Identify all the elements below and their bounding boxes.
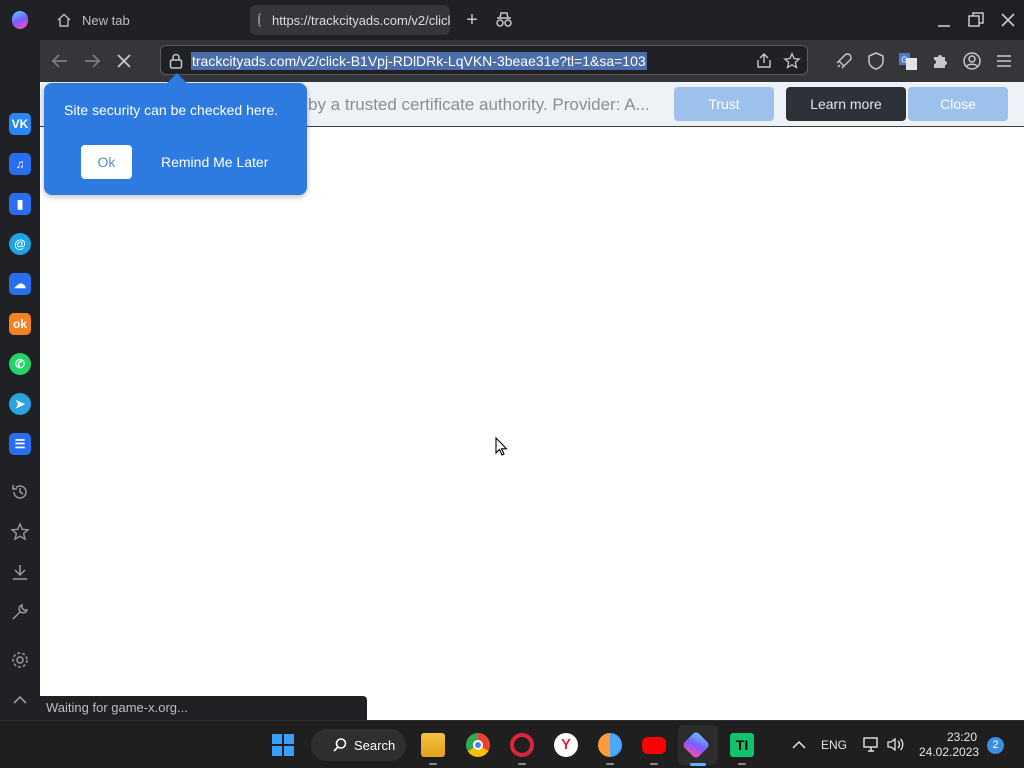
youtube-running-indicator: [650, 763, 658, 765]
clock-date[interactable]: 24.02.2023: [919, 745, 979, 759]
toolbar: trackcityads.com/v2/click-B1Vpj-RDlDRk-L…: [40, 40, 1024, 82]
music-glyph: ♫: [15, 157, 25, 171]
file-explorer-icon[interactable]: [421, 733, 445, 757]
opera-running-indicator: [518, 763, 526, 765]
browser-app-icon[interactable]: [598, 733, 622, 757]
translate-icon[interactable]: G: [898, 51, 918, 71]
menu-icon[interactable]: [994, 51, 1014, 71]
lock-icon[interactable]: [169, 53, 183, 69]
status-bubble: Waiting for game-x.org...: [40, 696, 367, 720]
share-icon[interactable]: [755, 52, 773, 70]
chevron-up-icon[interactable]: [10, 690, 30, 710]
whatsapp-glyph: ✆: [14, 357, 26, 371]
popover-ok-button[interactable]: Ok: [81, 145, 132, 179]
settings-gear-icon[interactable]: [10, 650, 30, 670]
restore-icon[interactable]: [966, 10, 986, 30]
url-text[interactable]: trackcityads.com/v2/click-B1Vpj-RDlDRk-L…: [191, 52, 647, 70]
back-icon[interactable]: [49, 50, 71, 72]
network-icon[interactable]: [862, 736, 880, 753]
sidebar-app-cloud-icon[interactable]: ☁: [9, 273, 31, 295]
learn-more-button[interactable]: Learn more: [786, 87, 906, 121]
loading-spinner-icon: [258, 13, 262, 27]
tasks-glyph: ☰: [14, 437, 26, 451]
volume-icon[interactable]: [886, 736, 906, 753]
sidebar-app-telegram-icon[interactable]: ➤: [9, 393, 31, 415]
popover-title: Site security can be checked here.: [64, 102, 279, 118]
ok-glyph: ok: [12, 317, 27, 331]
cloud-glyph: ☁: [14, 277, 26, 291]
taskbar-search[interactable]: Search: [311, 729, 406, 761]
ti-app-running-indicator: [738, 763, 746, 765]
windows-start-icon[interactable]: [272, 734, 294, 756]
notice-text: by a trusted certificate authority. Prov…: [308, 95, 648, 114]
chrome-icon[interactable]: [466, 733, 490, 757]
tray-chevron-up-icon[interactable]: [791, 738, 807, 752]
youtube-icon[interactable]: [642, 737, 666, 754]
trust-button[interactable]: Trust: [674, 87, 774, 121]
svg-text:G: G: [901, 56, 907, 65]
sidebar-app-stats-icon[interactable]: ▮: [9, 193, 31, 215]
sidebar-app-whatsapp-icon[interactable]: ✆: [9, 353, 31, 375]
browser-window: New tab https://trackcityads.com/v2/clic…: [0, 0, 1024, 768]
sidebar-app-mail-icon[interactable]: @: [9, 233, 31, 255]
mail-glyph: @: [14, 237, 26, 251]
sidebar-app-ok-icon[interactable]: ok: [9, 313, 31, 335]
clock-time[interactable]: 23:20: [947, 730, 977, 744]
close-window-icon[interactable]: [998, 10, 1018, 30]
tab-new-tab-label: New tab: [82, 12, 130, 28]
search-label: Search: [354, 737, 396, 753]
tab-strip: New tab https://trackcityads.com/v2/clic…: [0, 0, 1024, 40]
telegram-glyph: ➤: [14, 397, 26, 411]
tab-new-tab[interactable]: New tab: [46, 6, 242, 34]
rocket-icon[interactable]: [834, 51, 854, 71]
site-security-popover: Site security can be checked here. Ok Re…: [44, 73, 307, 195]
notification-badge[interactable]: 2: [987, 737, 1004, 754]
tab-active[interactable]: https://trackcityads.com/v2/click-B1Vpj: [250, 5, 450, 35]
stats-glyph: ▮: [16, 197, 24, 211]
new-tab-plus-icon[interactable]: +: [463, 10, 481, 30]
tab-active-label: https://trackcityads.com/v2/click-B1Vpj: [272, 12, 450, 28]
browser-logo-icon[interactable]: [12, 11, 28, 29]
active-browser-indicator: [690, 763, 706, 766]
file-explorer-running-indicator: [429, 763, 437, 765]
remind-me-later-button[interactable]: Remind Me Later: [161, 145, 268, 179]
history-icon[interactable]: [10, 482, 30, 502]
browser-app-running-indicator: [606, 763, 614, 765]
bookmark-star-icon[interactable]: [783, 52, 801, 70]
minimize-icon[interactable]: [934, 10, 954, 30]
ti-app-icon[interactable]: TI: [730, 733, 754, 757]
taskbar: Search Y TI ENG 23:20 24.02.2023 2: [0, 720, 1024, 768]
sidebar-app-tasks-icon[interactable]: ☰: [9, 433, 31, 455]
downloads-icon[interactable]: [10, 562, 30, 582]
wrench-icon[interactable]: [10, 602, 30, 622]
yandex-browser-icon[interactable]: Y: [554, 733, 578, 757]
home-icon: [57, 13, 71, 27]
close-notice-button[interactable]: Close: [908, 87, 1008, 121]
extensions-puzzle-icon[interactable]: [930, 51, 950, 71]
mouse-cursor-icon: [495, 437, 508, 456]
tray-language[interactable]: ENG: [821, 738, 847, 752]
sidebar-app-vk-icon[interactable]: VK: [9, 113, 31, 135]
stop-loading-icon[interactable]: [113, 50, 135, 72]
address-bar[interactable]: trackcityads.com/v2/click-B1Vpj-RDlDRk-L…: [160, 45, 808, 75]
incognito-icon[interactable]: [494, 10, 514, 30]
search-icon: [333, 738, 347, 752]
sidebar: VK ♫ ▮ @ ☁ ok ✆ ➤ ☰: [0, 40, 40, 720]
opera-icon[interactable]: [510, 733, 534, 757]
profile-icon[interactable]: [962, 51, 982, 71]
shield-icon[interactable]: [866, 51, 886, 71]
bookmarks-star-icon[interactable]: [10, 522, 30, 542]
sidebar-app-music-icon[interactable]: ♫: [9, 153, 31, 175]
vk-glyph: VK: [11, 117, 29, 131]
forward-icon[interactable]: [81, 50, 103, 72]
